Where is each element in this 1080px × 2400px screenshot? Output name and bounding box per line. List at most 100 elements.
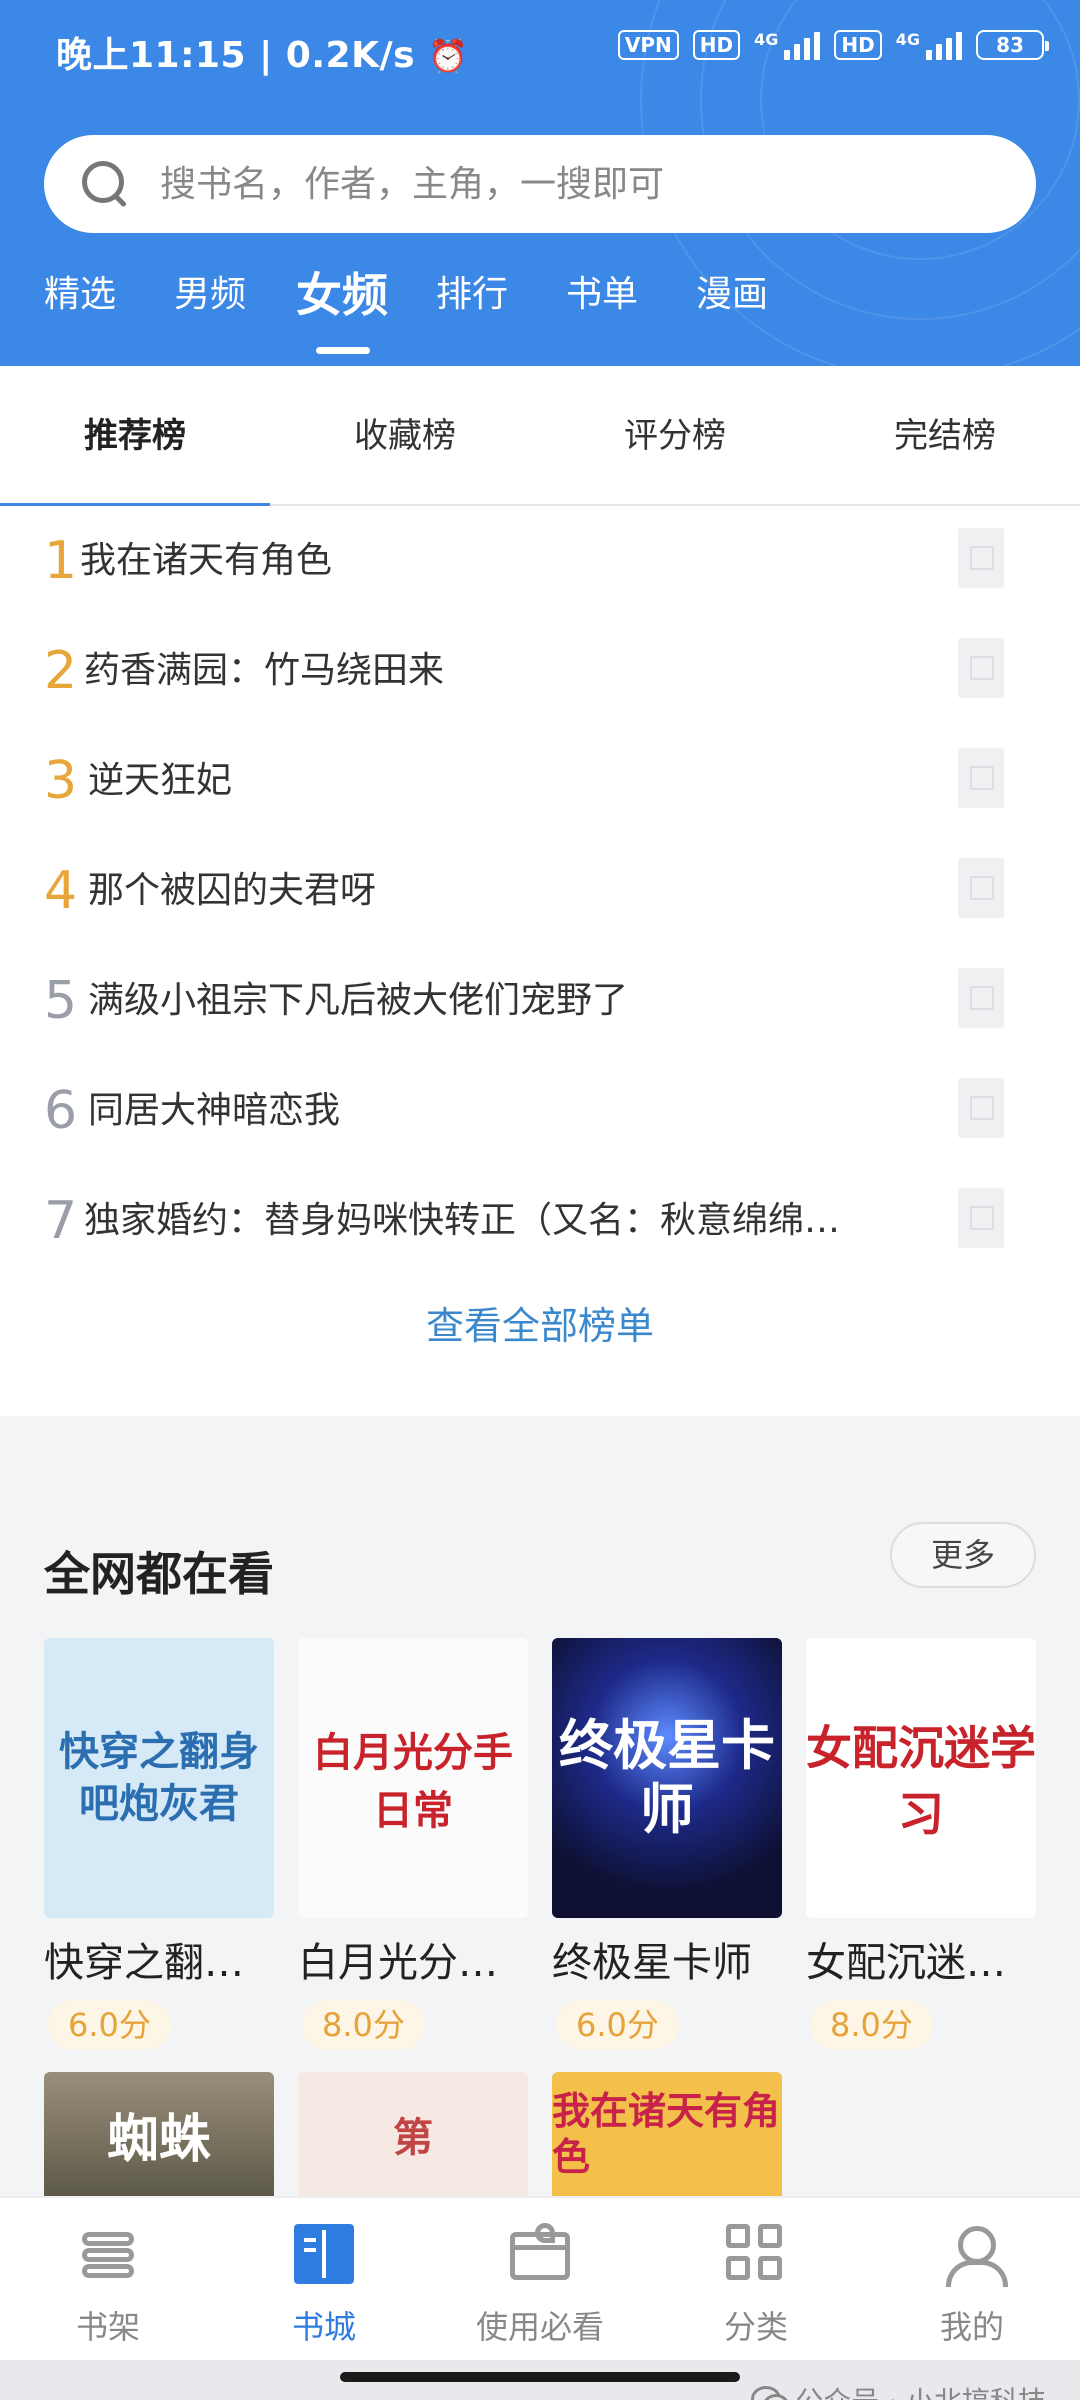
nav-profile[interactable]: 我的 (864, 2198, 1080, 2362)
rank-number: 5 (44, 971, 78, 1031)
book-card[interactable]: 快穿之翻身吧炮灰君 快穿之翻… 6.0分 (44, 1638, 274, 2050)
search-input[interactable] (160, 163, 1000, 205)
trending-section: 全网都在看 更多 快穿之翻身吧炮灰君 快穿之翻… 6.0分 白月光分手日常 白月… (0, 1416, 1080, 2196)
signal-icon-2: 4G (896, 30, 962, 60)
tab-ranking[interactable]: 排行 (436, 265, 508, 325)
rank-title: 同居大神暗恋我 (88, 1090, 341, 1131)
user-icon (942, 2224, 1008, 2287)
rank-title: 药香满园：竹马绕田来 (84, 650, 445, 691)
hd-badge-2: HD (834, 30, 882, 60)
tab-comics[interactable]: 漫画 (696, 265, 768, 325)
more-button[interactable]: 更多 (890, 1522, 1036, 1588)
watermark-text: 公众号 · 小北搞科技 (795, 2380, 1046, 2400)
battery-icon: 83 (976, 30, 1049, 60)
tab-selected[interactable]: 精选 (44, 265, 116, 325)
battery-level: 83 (996, 33, 1024, 57)
rank-item[interactable]: 5 满级小祖宗下凡后被大佬们宠野了 (0, 946, 1080, 1056)
nav-bookstore[interactable]: 书城 (216, 2198, 432, 2362)
book-cover: 白月光分手日常 (298, 1638, 528, 1918)
rank-board: 推荐榜 收藏榜 评分榜 完结榜 1 我在诸天有角色 2 药香满园：竹马绕田来 3… (0, 366, 1080, 1416)
tab-finished-rank[interactable]: 完结榜 (810, 366, 1080, 506)
nav-categories[interactable]: 分类 (648, 2198, 864, 2362)
category-tabs: 精选 男频 女频 排行 书单 漫画 (0, 265, 1080, 355)
nav-label: 书城 (291, 2308, 356, 2346)
tab-favorite-rank[interactable]: 收藏榜 (270, 366, 540, 506)
rank-title: 逆天狂妃 (88, 760, 233, 801)
rank-title: 满级小祖宗下凡后被大佬们宠野了 (88, 980, 629, 1021)
nav-guide[interactable]: 使用必看 (432, 2198, 648, 2362)
status-time-text: 晚上11:15 | 0.2K/s (56, 35, 416, 76)
book-score: 8.0分 (810, 2000, 933, 2050)
active-tab-indicator (316, 347, 370, 354)
book-title: 快穿之翻… (44, 1940, 244, 1986)
section-title: 全网都在看 (44, 1547, 274, 1601)
book-thumbnail (958, 748, 1004, 808)
book-cover-partial[interactable]: 蜘蛛 (44, 2072, 274, 2196)
tab-recommend-rank[interactable]: 推荐榜 (0, 366, 270, 506)
nav-label: 分类 (723, 2308, 788, 2346)
book-title: 女配沉迷… (806, 1940, 1006, 1986)
rank-number: 2 (44, 641, 78, 701)
book-cover: 女配沉迷学习 (806, 1638, 1036, 1918)
status-right: VPN HD 4G HD 4G 83 (617, 30, 1049, 60)
book-store-icon (294, 2224, 354, 2284)
nav-label: 我的 (939, 2308, 1004, 2346)
network-type: 4G (754, 30, 779, 49)
rank-item[interactable]: 6 同居大神暗恋我 (0, 1056, 1080, 1166)
nav-bookshelf[interactable]: 书架 (0, 2198, 216, 2362)
tab-score-rank[interactable]: 评分榜 (540, 366, 810, 506)
rank-item[interactable]: 1 我在诸天有角色 (0, 506, 1080, 616)
book-cover: 终极星卡师 (552, 1638, 782, 1918)
rank-number: 7 (44, 1191, 78, 1251)
wechat-icon (751, 2386, 790, 2400)
book-cover: 快穿之翻身吧炮灰君 (44, 1638, 274, 1918)
bottom-navigation: 书架 书城 使用必看 分类 我的 (0, 2196, 1080, 2360)
rank-title: 独家婚约：替身妈咪快转正（又名：秋意绵绵… (84, 1200, 841, 1241)
rank-item[interactable]: 4 那个被囚的夫君呀 (0, 836, 1080, 946)
status-time: 晚上11:15 | 0.2K/s ⏰ (56, 26, 468, 78)
home-indicator[interactable] (340, 2372, 740, 2382)
tab-female[interactable]: 女频 (296, 259, 388, 331)
gift-icon (510, 2223, 570, 2280)
book-cover-partial[interactable]: 我在诸天有角色 (552, 2072, 782, 2196)
rank-item[interactable]: 7 独家婚约：替身妈咪快转正（又名：秋意绵绵… (0, 1166, 1080, 1276)
book-thumbnail (958, 1078, 1004, 1138)
rank-title: 我在诸天有角色 (80, 540, 333, 581)
book-card[interactable]: 女配沉迷学习 女配沉迷… 8.0分 (806, 1638, 1036, 2050)
top-header: 晚上11:15 | 0.2K/s ⏰ VPN HD 4G HD 4G 83 精选… (0, 0, 1080, 366)
rank-number: 6 (44, 1081, 78, 1141)
book-score: 8.0分 (302, 2000, 425, 2050)
rank-number: 4 (44, 861, 78, 921)
grid-icon (726, 2224, 786, 2284)
tab-male[interactable]: 男频 (174, 265, 246, 325)
nav-label: 书架 (75, 2308, 140, 2346)
book-score: 6.0分 (48, 2000, 171, 2050)
rank-tabs: 推荐榜 收藏榜 评分榜 完结榜 (0, 366, 1080, 506)
book-score: 6.0分 (556, 2000, 679, 2050)
rank-title: 那个被囚的夫君呀 (88, 870, 377, 911)
rank-item[interactable]: 2 药香满园：竹马绕田来 (0, 616, 1080, 726)
book-thumbnail (958, 638, 1004, 698)
signal-icon: 4G (754, 30, 821, 60)
search-bar[interactable] (44, 135, 1036, 233)
rank-number: 1 (44, 531, 78, 591)
rank-item[interactable]: 3 逆天狂妃 (0, 726, 1080, 836)
book-thumbnail (958, 1188, 1004, 1248)
book-cover-partial[interactable]: 第 (298, 2072, 528, 2196)
book-thumbnail (958, 528, 1004, 588)
book-title: 白月光分… (298, 1940, 498, 1986)
search-icon (80, 159, 130, 209)
book-thumbnail (958, 858, 1004, 918)
book-title: 终极星卡师 (552, 1940, 752, 1986)
book-card[interactable]: 终极星卡师 终极星卡师 6.0分 (552, 1638, 782, 2050)
status-bar: 晚上11:15 | 0.2K/s ⏰ VPN HD 4G HD 4G 83 (0, 0, 1080, 100)
network-type-2: 4G (895, 30, 920, 49)
bookshelf-icon (78, 2224, 138, 2284)
nav-label: 使用必看 (475, 2308, 604, 2346)
tab-booklist[interactable]: 书单 (566, 265, 638, 325)
alarm-icon: ⏰ (428, 37, 469, 75)
vpn-badge: VPN (617, 30, 679, 60)
hd-badge: HD (692, 30, 741, 60)
book-card[interactable]: 白月光分手日常 白月光分… 8.0分 (298, 1638, 528, 2050)
view-all-rankings-link[interactable]: 查看全部榜单 (0, 1286, 1080, 1366)
